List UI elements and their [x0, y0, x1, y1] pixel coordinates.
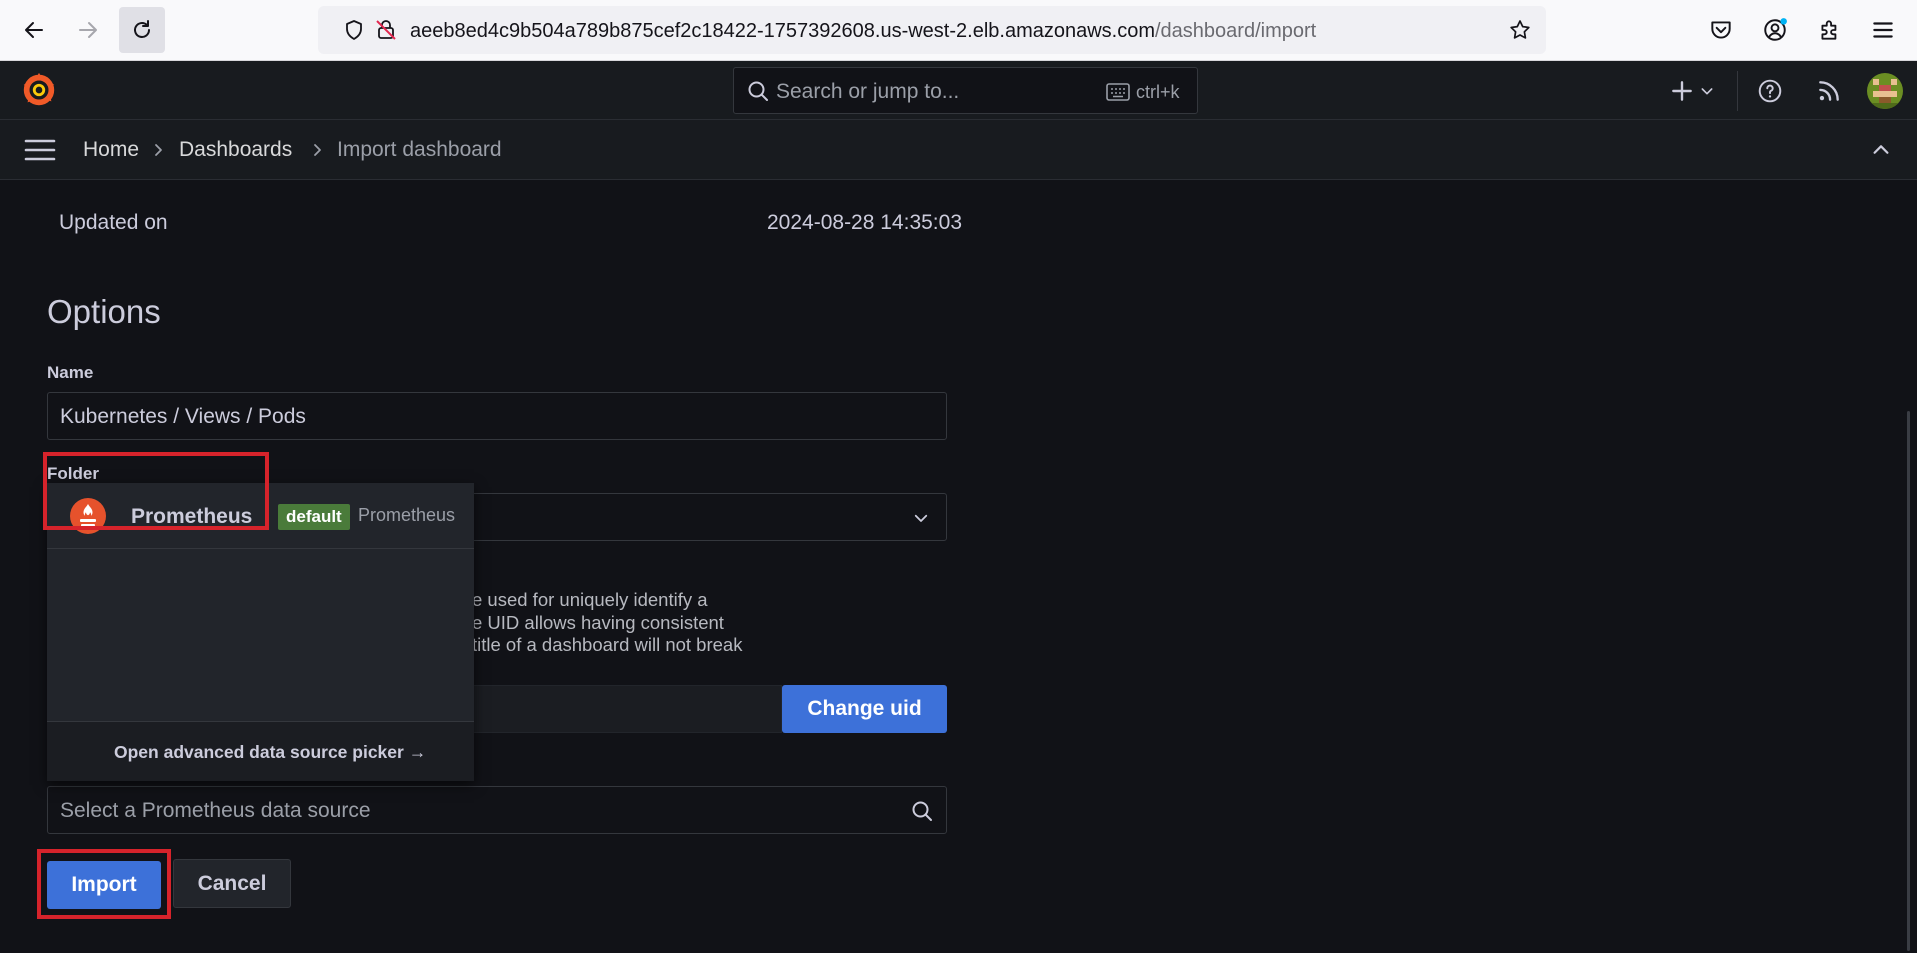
highlight-prometheus-option	[43, 452, 269, 530]
uid-description-line: e UID allows having consistent	[472, 611, 724, 633]
global-search[interactable]: Search or jump to... ctrl+k	[733, 67, 1198, 114]
breadcrumb-import-dashboard: Import dashboard	[337, 138, 502, 161]
arrow-right-icon	[79, 22, 97, 38]
open-advanced-picker-link[interactable]: Open advanced data source picker →	[114, 742, 426, 763]
grafana-logo-icon[interactable]	[20, 71, 58, 109]
menu-toggle-icon[interactable]	[24, 138, 56, 162]
dashboard-name-value: Kubernetes / Views / Pods	[60, 405, 306, 428]
uid-description-line: title of a dashboard will not break	[472, 634, 743, 655]
reload-icon	[134, 20, 150, 38]
change-uid-button[interactable]: Change uid	[782, 685, 947, 733]
bookmark-star-icon[interactable]	[1508, 18, 1532, 42]
breadcrumb-dashboards[interactable]: Dashboards	[179, 138, 292, 162]
pocket-button[interactable]	[1704, 13, 1738, 47]
search-shortcut: ctrl+k	[1136, 82, 1180, 102]
import-form: Updated on 2024-08-28 14:35:03 Options N…	[0, 181, 1917, 953]
datasource-picker-footer: Open advanced data source picker →	[47, 721, 474, 781]
datasource-search-input[interactable]: Select a Prometheus data source	[47, 786, 947, 834]
search-icon	[748, 81, 768, 101]
url-text[interactable]: aeeb8ed4c9b504a789b875cef2c18422-1757392…	[410, 20, 1316, 43]
help-button[interactable]	[1757, 77, 1783, 105]
url-host: aeeb8ed4c9b504a789b875cef2c18422-1757392…	[410, 20, 1155, 42]
keyboard-icon	[1106, 83, 1130, 101]
address-bar[interactable]: aeeb8ed4c9b504a789b875cef2c18422-1757392…	[318, 6, 1546, 54]
url-path: /dashboard/import	[1155, 20, 1317, 42]
options-heading: Options	[47, 293, 161, 330]
name-label: Name	[47, 363, 94, 382]
account-icon	[1764, 18, 1787, 41]
default-badge: default	[278, 504, 350, 530]
arrow-left-icon	[25, 22, 43, 38]
uid-description-line: e used for uniquely identify a	[472, 589, 708, 610]
breadcrumb-home[interactable]: Home	[83, 138, 139, 162]
news-button[interactable]	[1816, 77, 1842, 105]
chevron-down-icon	[1701, 88, 1713, 95]
hamburger-menu-icon	[1873, 22, 1893, 38]
grafana-topbar: Search or jump to... ctrl+k	[0, 61, 1917, 120]
insecure-lock-icon[interactable]	[374, 18, 398, 42]
search-placeholder: Search or jump to...	[776, 80, 960, 103]
updated-on-label: Updated on	[59, 211, 168, 234]
cancel-button[interactable]: Cancel	[173, 859, 291, 908]
extensions-button[interactable]	[1813, 13, 1847, 47]
help-icon	[1758, 79, 1782, 103]
account-button[interactable]	[1758, 13, 1792, 47]
updated-on-value: 2024-08-28 14:35:03	[767, 211, 962, 234]
rss-icon	[1819, 81, 1839, 101]
pocket-icon	[1711, 21, 1731, 39]
app-menu-button[interactable]	[1866, 13, 1900, 47]
browser-toolbar: aeeb8ed4c9b504a789b875cef2c18422-1757392…	[0, 0, 1917, 61]
avatar-image	[1867, 73, 1903, 109]
shield-icon[interactable]	[342, 18, 366, 42]
datasource-option-type: Prometheus	[358, 505, 456, 525]
user-avatar[interactable]	[1867, 73, 1903, 109]
breadcrumb-bar: Home Dashboards Import dashboard	[0, 120, 1917, 180]
dashboard-name-input[interactable]: Kubernetes / Views / Pods	[47, 392, 947, 440]
plus-icon	[1672, 81, 1692, 101]
chevron-up-icon[interactable]	[1870, 139, 1892, 161]
topbar-divider	[1737, 71, 1738, 111]
chevron-down-icon	[914, 514, 928, 522]
chevron-right-icon	[155, 144, 162, 156]
chevron-right-icon	[314, 144, 321, 156]
highlight-import-button	[37, 849, 171, 919]
back-button[interactable]	[11, 7, 57, 53]
datasource-placeholder: Select a Prometheus data source	[60, 799, 371, 822]
forward-button[interactable]	[65, 7, 111, 53]
puzzle-icon	[1821, 20, 1837, 40]
search-icon	[912, 801, 932, 821]
new-menu-button[interactable]	[1669, 77, 1715, 105]
uid-description: e used for uniquely identify a e UID all…	[472, 589, 742, 657]
page-scrollbar[interactable]	[1907, 411, 1910, 951]
reload-button[interactable]	[119, 7, 165, 53]
